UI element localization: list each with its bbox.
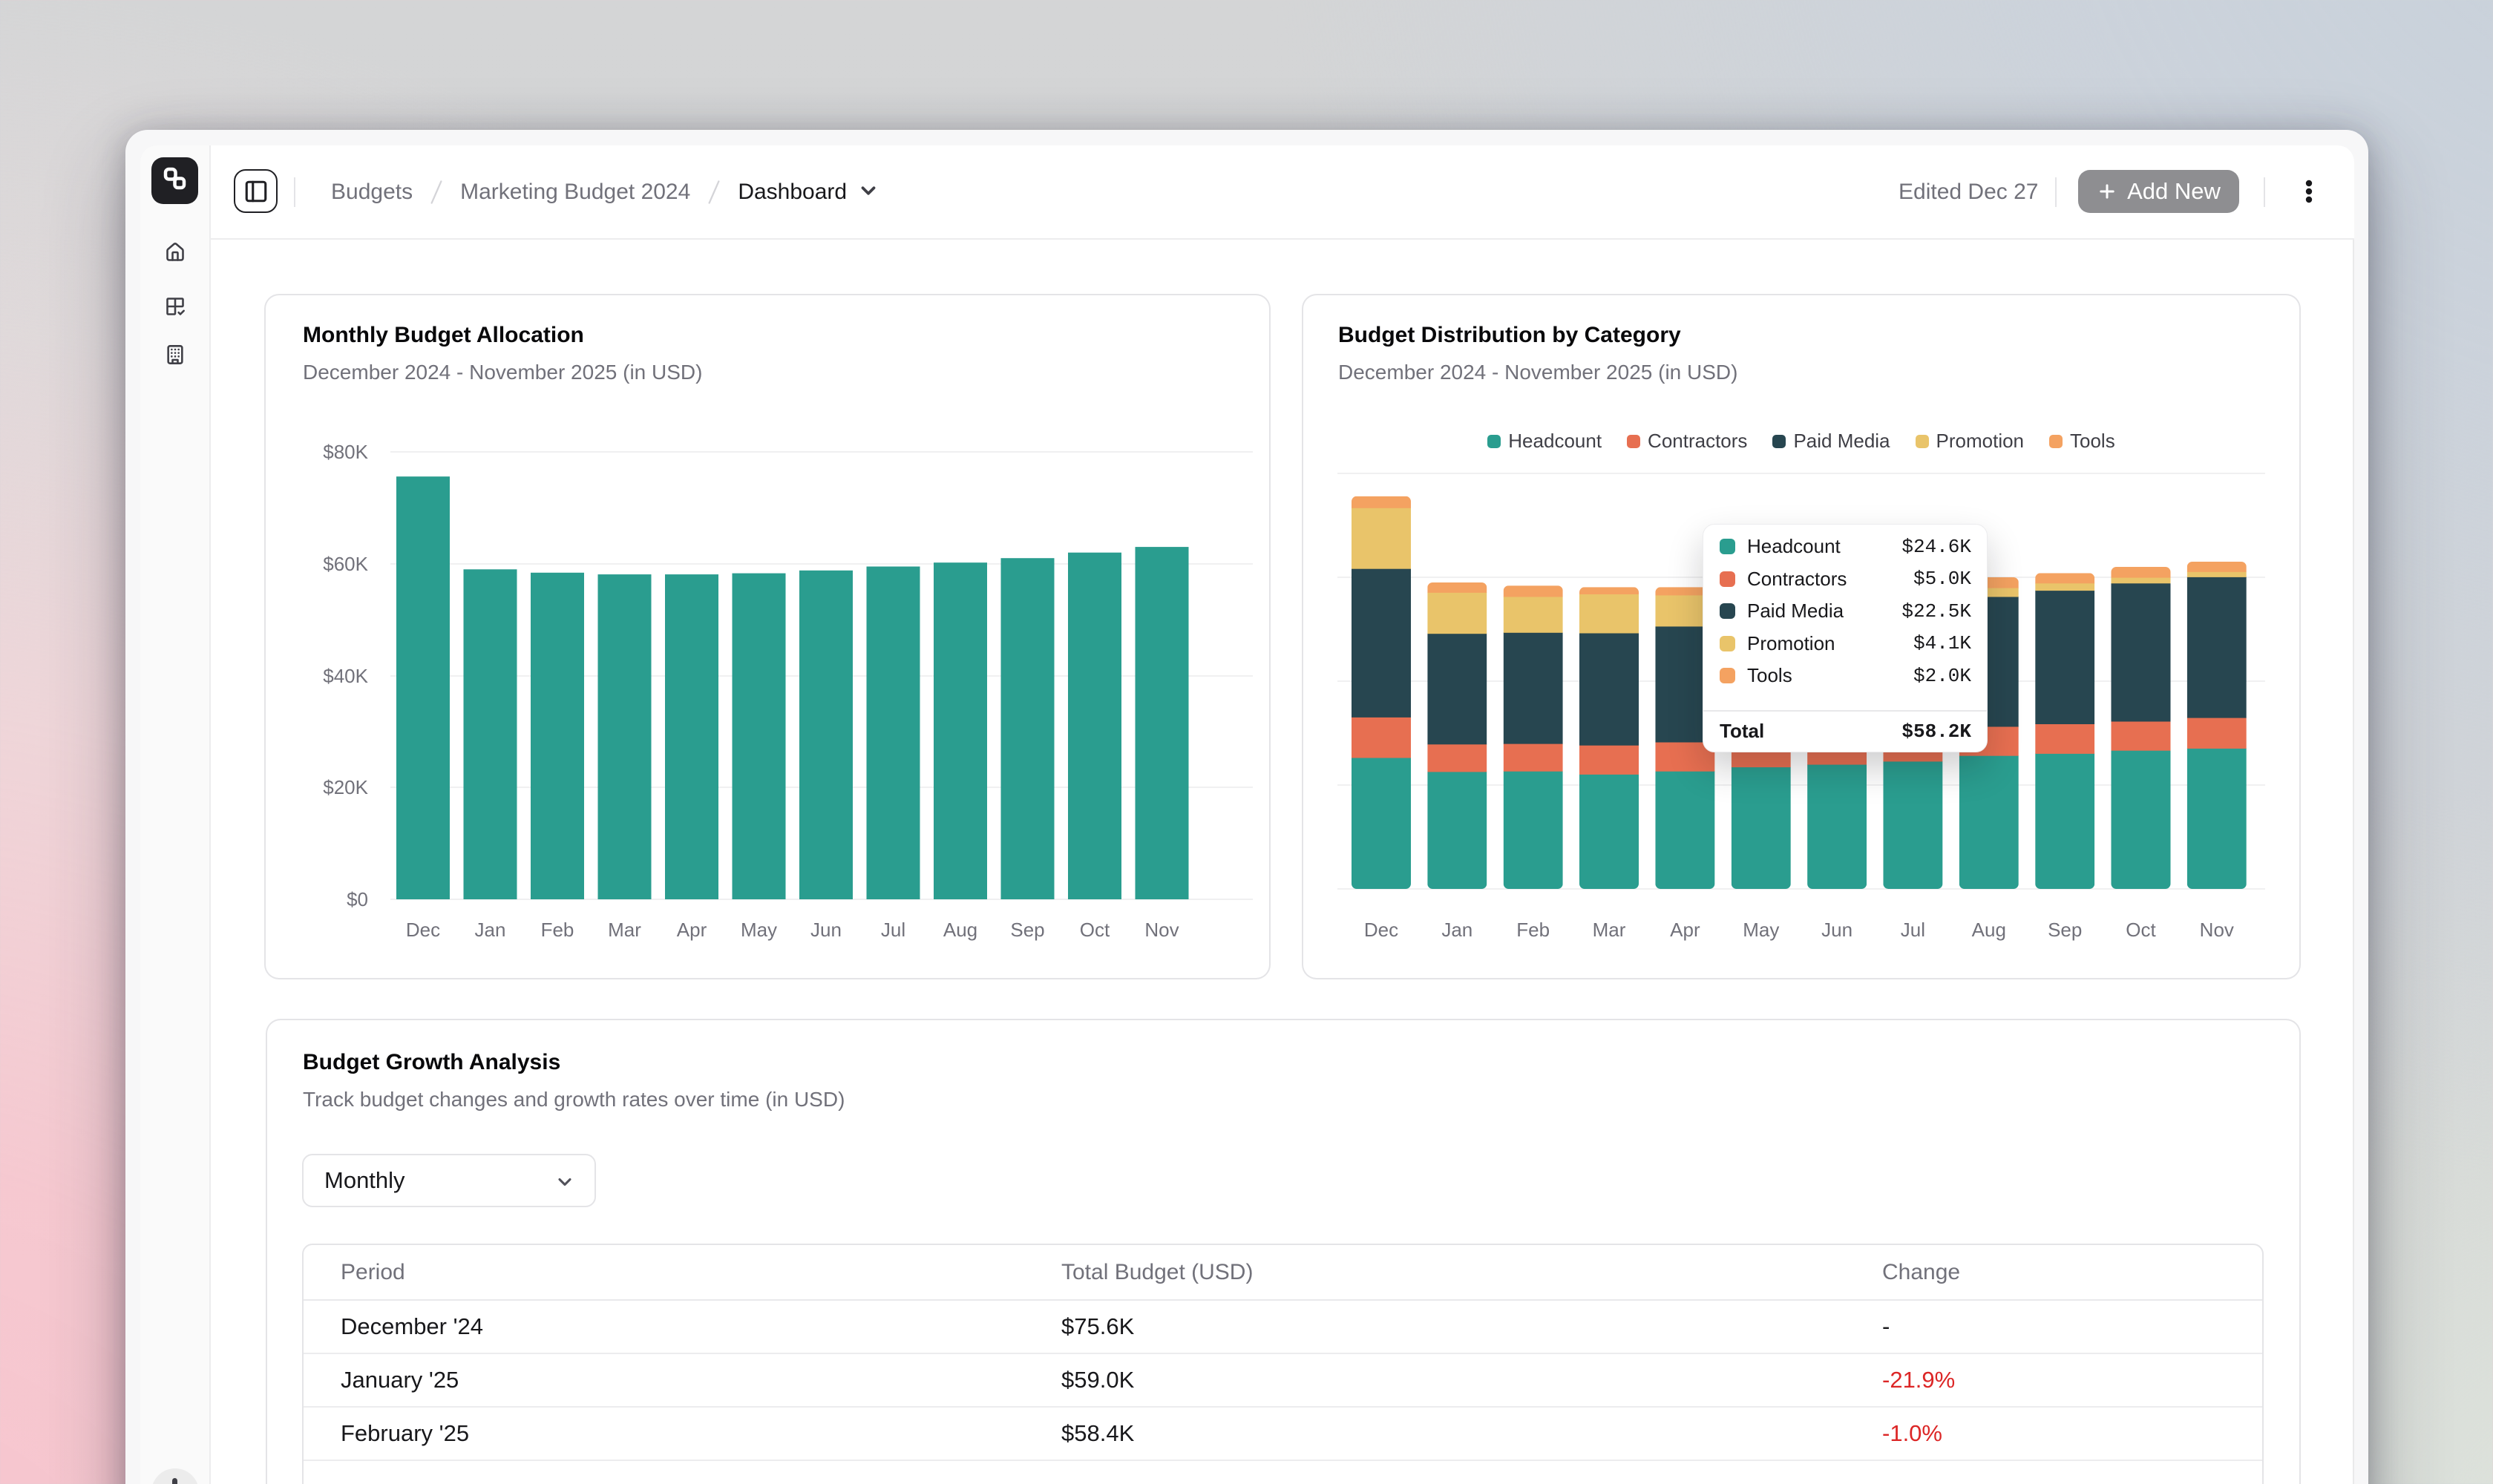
svg-text:Nov: Nov	[2200, 919, 2234, 941]
svg-text:Aug: Aug	[1972, 919, 2006, 941]
svg-text:Nov: Nov	[1144, 919, 1179, 941]
svg-text:Jan: Jan	[475, 919, 506, 941]
svg-text:May: May	[741, 919, 777, 941]
svg-text:$20K: $20K	[323, 776, 368, 798]
svg-text:Dec: Dec	[1364, 919, 1398, 941]
svg-text:Sep: Sep	[2048, 919, 2082, 941]
svg-text:Jan: Jan	[1441, 919, 1472, 941]
svg-text:Apr: Apr	[1670, 919, 1700, 941]
svg-text:Jun: Jun	[810, 919, 842, 941]
svg-text:May: May	[1743, 919, 1779, 941]
svg-text:Feb: Feb	[1516, 919, 1550, 941]
svg-text:Jul: Jul	[1901, 919, 1925, 941]
svg-text:Jul: Jul	[881, 919, 905, 941]
svg-text:Sep: Sep	[1010, 919, 1044, 941]
svg-text:Aug: Aug	[943, 919, 977, 941]
svg-text:$40K: $40K	[323, 665, 368, 687]
svg-text:Dec: Dec	[406, 919, 440, 941]
svg-text:Oct: Oct	[1080, 919, 1110, 941]
svg-text:$80K: $80K	[323, 441, 368, 463]
svg-text:Oct: Oct	[2126, 919, 2156, 941]
svg-text:Apr: Apr	[677, 919, 707, 941]
svg-text:Jun: Jun	[1821, 919, 1852, 941]
svg-text:$0: $0	[347, 888, 368, 910]
svg-text:$60K: $60K	[323, 553, 368, 575]
svg-text:Mar: Mar	[608, 919, 641, 941]
svg-text:Feb: Feb	[541, 919, 574, 941]
svg-text:Mar: Mar	[1593, 919, 1626, 941]
